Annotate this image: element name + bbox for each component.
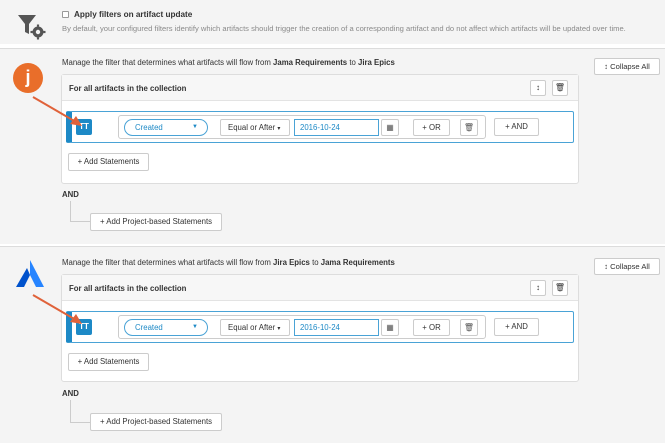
trash-icon: 🗑	[463, 323, 475, 332]
plus-icon: +	[99, 417, 105, 426]
field-select[interactable]: Created ▼	[124, 119, 208, 136]
plus-icon: +	[422, 123, 427, 132]
panel-title: For all artifacts in the collection	[69, 284, 187, 293]
calendar-button[interactable]: ▦	[381, 119, 399, 136]
apply-filters-description: By default, your configured filters iden…	[62, 24, 626, 33]
filter-gear-icon	[18, 15, 46, 40]
add-statements-button[interactable]: + Add Statements	[68, 153, 149, 171]
trash-icon: 🗑	[554, 283, 566, 292]
calendar-icon: ▦	[386, 323, 394, 332]
tree-connector	[70, 422, 90, 423]
caret-down-icon: ▼	[192, 124, 198, 130]
apply-filters-checkbox[interactable]	[62, 11, 69, 18]
operator-select[interactable]: Equal or After ▾	[220, 119, 290, 136]
delete-group-button[interactable]: 🗑	[552, 280, 568, 296]
sort-button[interactable]: ↕	[530, 80, 546, 96]
add-or-button[interactable]: + OR	[413, 119, 450, 136]
jama-logo: j	[13, 63, 43, 93]
collapse-all-button[interactable]: ↕ Collapse All	[594, 258, 660, 275]
plus-icon: +	[99, 217, 105, 226]
date-input[interactable]: 2016-10-24	[294, 319, 379, 336]
add-and-button[interactable]: + AND	[494, 118, 539, 136]
tree-connector	[70, 400, 71, 422]
trash-icon: 🗑	[463, 123, 475, 132]
panel-header: For all artifacts in the collection ↕ 🗑	[62, 75, 578, 101]
condition-group: Created ▼ Equal or After ▾ 2016-10-24 ▦ …	[118, 315, 486, 339]
text-field-tag-icon: TT	[76, 319, 92, 335]
panel-title: For all artifacts in the collection	[69, 84, 187, 93]
plus-icon: +	[77, 357, 83, 366]
sort-arrows-icon: ↕	[536, 83, 540, 92]
calendar-icon: ▦	[386, 123, 394, 132]
add-statements-button[interactable]: + Add Statements	[68, 353, 149, 371]
plus-icon: +	[422, 323, 427, 332]
section-title: Manage the filter that determines what a…	[62, 58, 395, 67]
and-joiner: AND	[62, 389, 79, 398]
filter-panel: For all artifacts in the collection ↕ 🗑 …	[61, 274, 579, 382]
caret-down-icon: ▾	[277, 126, 281, 132]
apply-filters-bar: Apply filters on artifact update By defa…	[0, 0, 665, 44]
sort-button[interactable]: ↕	[530, 280, 546, 296]
operator-select[interactable]: Equal or After ▾	[220, 319, 290, 336]
delete-group-button[interactable]: 🗑	[552, 80, 568, 96]
section-title: Manage the filter that determines what a…	[62, 258, 395, 267]
plus-icon: +	[505, 322, 510, 331]
add-project-statements-button[interactable]: + Add Project-based Statements	[90, 413, 222, 431]
and-joiner: AND	[62, 190, 79, 199]
panel-header: For all artifacts in the collection ↕ 🗑	[62, 275, 578, 301]
delete-condition-button[interactable]: 🗑	[460, 119, 478, 136]
add-project-statements-button[interactable]: + Add Project-based Statements	[90, 213, 222, 231]
text-field-tag-icon: TT	[76, 119, 92, 135]
add-or-button[interactable]: + OR	[413, 319, 450, 336]
date-input[interactable]: 2016-10-24	[294, 119, 379, 136]
add-and-button[interactable]: + AND	[494, 318, 539, 336]
tree-connector	[70, 201, 71, 221]
calendar-button[interactable]: ▦	[381, 319, 399, 336]
sort-arrows-icon: ↕	[536, 283, 540, 292]
trash-icon: 🗑	[554, 83, 566, 92]
field-select[interactable]: Created ▼	[124, 319, 208, 336]
condition-group: Created ▼ Equal or After ▾ 2016-10-24 ▦ …	[118, 115, 486, 139]
plus-icon: +	[77, 157, 83, 166]
filter-panel: For all artifacts in the collection ↕ 🗑 …	[61, 74, 579, 184]
delete-condition-button[interactable]: 🗑	[460, 319, 478, 336]
condition-row: TT Created ▼ Equal or After ▾ 2016-10-24…	[66, 111, 574, 143]
tree-connector	[70, 221, 90, 222]
plus-icon: +	[505, 122, 510, 131]
sort-arrows-icon: ↕	[604, 262, 608, 271]
collapse-all-button[interactable]: ↕ Collapse All	[594, 58, 660, 75]
apply-filters-label: Apply filters on artifact update	[74, 10, 193, 19]
caret-down-icon: ▼	[192, 324, 198, 330]
jira-logo	[16, 260, 44, 287]
caret-down-icon: ▾	[277, 326, 281, 332]
sort-arrows-icon: ↕	[604, 62, 608, 71]
condition-row: TT Created ▼ Equal or After ▾ 2016-10-24…	[66, 311, 574, 343]
